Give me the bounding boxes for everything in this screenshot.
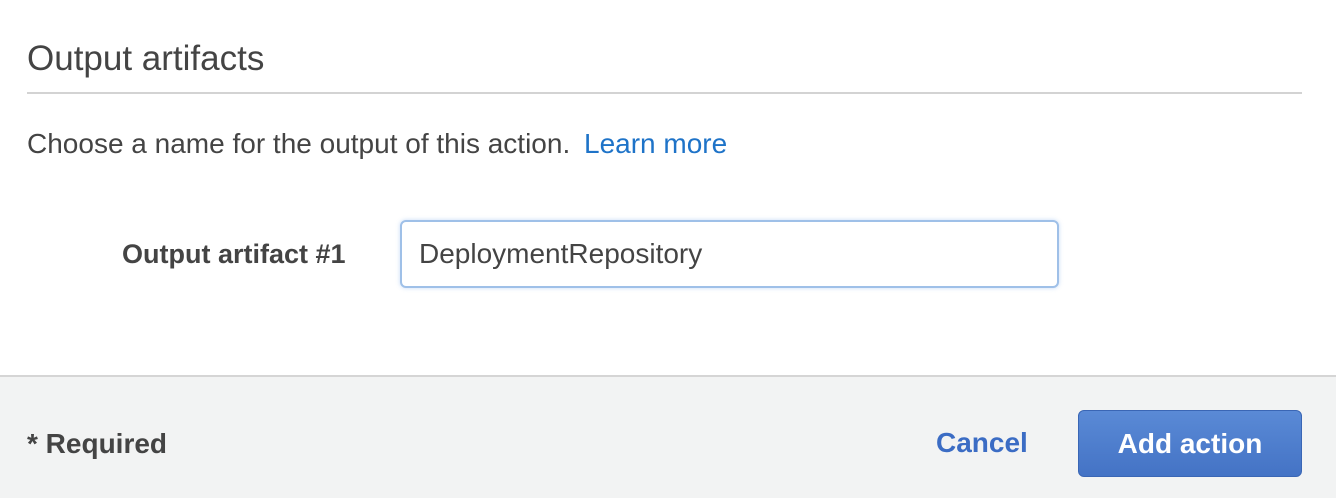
- section-title: Output artifacts: [27, 39, 265, 78]
- output-artifact-label: Output artifact #1: [122, 239, 346, 269]
- description-text: Choose a name for the output of this act…: [27, 128, 571, 159]
- section-description: Choose a name for the output of this act…: [27, 126, 727, 162]
- cancel-button[interactable]: Cancel: [926, 420, 1038, 466]
- required-note: * Required: [27, 428, 168, 459]
- footer-bar: * Required Cancel Add action: [0, 375, 1336, 498]
- add-action-button[interactable]: Add action: [1078, 410, 1302, 477]
- learn-more-link[interactable]: Learn more: [584, 128, 727, 159]
- title-divider: [27, 92, 1302, 94]
- output-artifact-input[interactable]: [400, 220, 1059, 288]
